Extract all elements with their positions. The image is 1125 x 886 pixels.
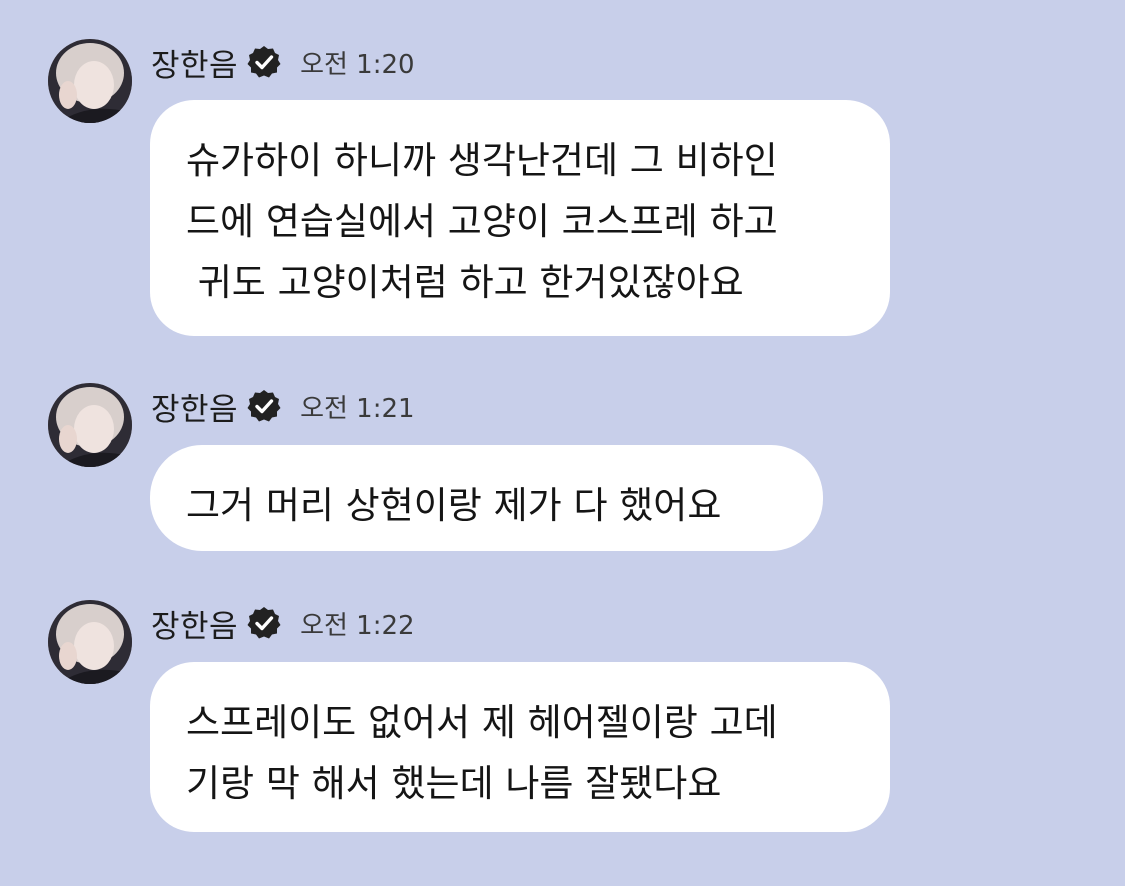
verified-badge-icon (246, 605, 282, 641)
avatar[interactable] (48, 39, 132, 123)
message-header: 장한음 오전 1:21 (151, 384, 415, 428)
message-header: 장한음 오전 1:22 (151, 601, 415, 645)
message-bubble[interactable]: 그거 머리 상현이랑 제가 다 했어요 (150, 445, 823, 551)
avatar-photo (48, 383, 132, 467)
verified-badge-icon (246, 44, 282, 80)
message-bubble[interactable]: 스프레이도 없어서 제 헤어젤이랑 고데 기랑 막 해서 했는데 나름 잘됐다요 (150, 662, 890, 832)
verified-badge-icon (246, 388, 282, 424)
message-bubble[interactable]: 슈가하이 하니까 생각난건데 그 비하인 드에 연습실에서 고양이 코스프레 하… (150, 100, 890, 336)
avatar-photo (48, 39, 132, 123)
message-timestamp: 오전 1:20 (300, 49, 415, 80)
avatar[interactable] (48, 600, 132, 684)
avatar[interactable] (48, 383, 132, 467)
sender-name[interactable]: 장한음 (151, 384, 238, 429)
sender-name[interactable]: 장한음 (151, 40, 238, 85)
avatar-photo (48, 600, 132, 684)
message-timestamp: 오전 1:21 (300, 393, 415, 424)
sender-name[interactable]: 장한음 (151, 601, 238, 646)
message-header: 장한음 오전 1:20 (151, 40, 415, 84)
message-timestamp: 오전 1:22 (300, 610, 415, 641)
